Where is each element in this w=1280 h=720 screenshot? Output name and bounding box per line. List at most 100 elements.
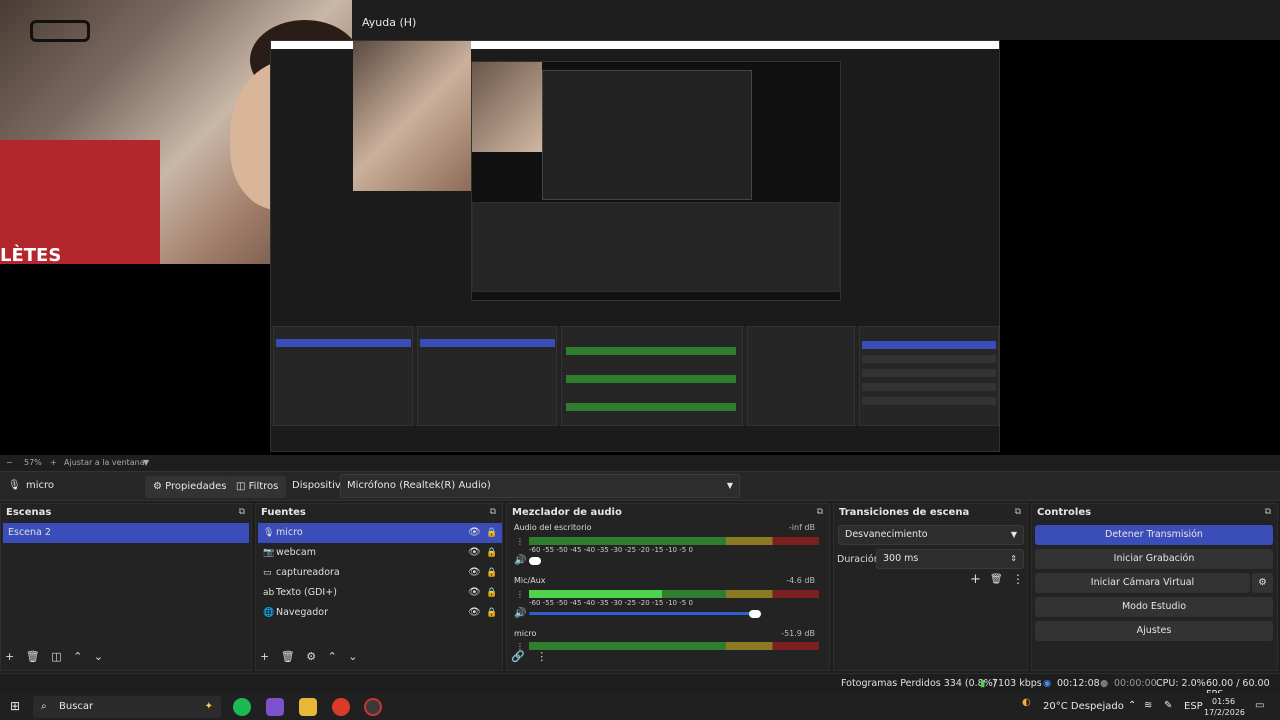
transitions-dock: Transiciones de escena ⧉ Desvanecimiento… [833,503,1028,671]
zoom-level: 57% [24,458,42,467]
mixer-title: Mezclador de audio [512,507,622,518]
lock-icon[interactable]: 🔒 [486,523,497,543]
add-icon[interactable]: + [5,650,14,663]
duration-label: Duración [837,554,880,565]
stepper-icon[interactable]: ⇕ [1010,550,1017,568]
gear-icon[interactable]: ⚙ [306,650,316,663]
lock-icon[interactable]: 🔒 [486,563,497,583]
camera-icon: 📷 [263,548,275,558]
lock-icon[interactable]: 🔒 [486,603,497,623]
scene-item[interactable]: Escena 2 [3,523,249,543]
volume-knob[interactable] [529,557,541,565]
add-icon[interactable]: + [260,650,269,663]
filter-icon[interactable]: ◫ [51,650,61,663]
filter-icon: ◫ [236,481,246,492]
settings-button[interactable]: Ajustes [1035,621,1273,641]
cpu-usage: CPU: 2.0% [1156,678,1206,689]
file-explorer-icon[interactable] [299,698,317,716]
text-icon: ab [263,588,275,598]
move-down-icon[interactable]: ⌄ [94,650,103,663]
signal-icon: ▮ [980,678,986,689]
speaker-icon[interactable]: 🔊 [514,608,526,619]
clock-time[interactable]: 01:56 [1212,697,1235,706]
speaker-icon[interactable]: 🔊 [514,555,526,566]
source-item-text[interactable]: ab Texto (GDI+) 👁 🔒 [258,583,502,603]
source-item-micro[interactable]: 🎙 micro 👁 🔒 [258,523,502,543]
controls-title: Controles [1037,507,1092,518]
chrome-icon[interactable] [332,698,350,716]
zoom-out-icon[interactable]: − [6,458,13,467]
virtual-camera-settings-button[interactable]: ⚙ [1252,573,1273,593]
spotify-icon[interactable] [233,698,251,716]
studio-mode-button[interactable]: Modo Estudio [1035,597,1273,617]
device-select[interactable]: Micrófono (Realtek(R) Audio) ▼ [340,474,740,498]
preview-zoom-bar: − 57% + Ajustar a la ventana ▼ [0,455,1280,470]
eye-icon[interactable]: 👁 [468,563,481,583]
zoom-in-icon[interactable]: + [50,458,57,467]
undock-icon[interactable]: ⧉ [1015,507,1021,517]
undock-icon[interactable]: ⧉ [1265,507,1271,517]
discord-icon[interactable] [266,698,284,716]
more-vertical-icon[interactable]: ⋮ [516,537,524,546]
trash-icon[interactable]: 🗑 [26,650,40,663]
trash-icon[interactable]: 🗑 [990,574,1003,585]
eye-icon[interactable]: 👁 [468,603,481,623]
volume-knob[interactable] [749,610,761,618]
stop-stream-button[interactable]: Detener Transmisión [1035,525,1273,545]
help-menu[interactable]: Ayuda (H) [362,16,416,29]
sparkle-icon: ✦ [204,701,213,712]
more-vertical-icon[interactable]: ⋮ [536,650,547,663]
obs-icon[interactable] [364,698,382,716]
undock-icon[interactable]: ⧉ [817,507,823,517]
volume-slider[interactable] [529,612,753,615]
preview-canvas[interactable]: LÈTES Ayuda (H) [0,0,1280,455]
undock-icon[interactable]: ⧉ [490,507,496,517]
display-icon: ▭ [263,568,272,578]
bitrate: 7103 kbps [992,678,1042,689]
chevron-down-icon[interactable]: ▼ [143,458,149,467]
source-item-captureadora[interactable]: ▭ captureadora 👁 🔒 [258,563,502,583]
add-icon[interactable]: + [970,572,981,587]
clock-date[interactable]: 17/2/2026 [1204,708,1245,717]
filters-button[interactable]: ◫ Filtros [228,476,287,498]
start-virtual-camera-button[interactable]: Iniciar Cámara Virtual [1035,573,1250,593]
notification-icon[interactable]: ▭ [1255,700,1264,711]
more-vertical-icon[interactable]: ⋮ [516,590,524,599]
sources-title: Fuentes [261,507,306,518]
scenes-title: Escenas [6,507,52,518]
microphone-icon: 🎙 [263,528,275,538]
trash-icon[interactable]: 🗑 [281,650,295,663]
lock-icon[interactable]: 🔒 [486,583,497,603]
move-down-icon[interactable]: ⌄ [348,650,357,663]
source-label: Texto (GDI+) [276,587,337,598]
pen-icon[interactable]: ✎ [1164,700,1172,711]
link-icon[interactable]: 🔗 [511,650,525,663]
status-bar: Fotogramas Perdidos 334 (0.8%) ▮ 7103 kb… [0,673,1280,700]
chevron-down-icon: ▼ [726,481,733,490]
selected-source-name: micro [26,480,55,491]
gear-icon: ⚙ [1258,577,1267,588]
more-vertical-icon[interactable]: ⋮ [1012,572,1024,586]
properties-button[interactable]: ⚙ Propiedades [145,476,235,498]
chevron-down-icon: ▼ [1010,530,1017,539]
eye-icon[interactable]: 👁 [468,523,481,543]
undock-icon[interactable]: ⧉ [239,507,245,517]
chevron-up-icon[interactable]: ⌃ [1128,700,1136,711]
windows-start-icon[interactable]: ⊞ [10,699,20,713]
eye-icon[interactable]: 👁 [468,583,481,603]
source-item-webcam[interactable]: 📷 webcam 👁 🔒 [258,543,502,563]
nested-window-bar: Ayuda (H) [352,0,1280,40]
wifi-icon[interactable]: ≋ [1144,700,1152,711]
move-up-icon[interactable]: ⌃ [328,650,337,663]
duration-input[interactable]: 300 ms ⇕ [876,549,1024,569]
transition-select[interactable]: Desvanecimiento ▼ [838,525,1024,545]
source-item-navegador[interactable]: 🌐 Navegador 👁 🔒 [258,603,502,623]
language-indicator[interactable]: ESP [1184,701,1203,712]
start-recording-button[interactable]: Iniciar Grabación [1035,549,1273,569]
eye-icon[interactable]: 👁 [468,543,481,563]
fit-window-label[interactable]: Ajustar a la ventana [64,458,145,467]
move-up-icon[interactable]: ⌃ [73,650,82,663]
duration-value: 300 ms [883,553,919,564]
lock-icon[interactable]: 🔒 [486,543,497,563]
taskbar-search[interactable]: ⌕ Buscar ✦ [33,696,221,718]
